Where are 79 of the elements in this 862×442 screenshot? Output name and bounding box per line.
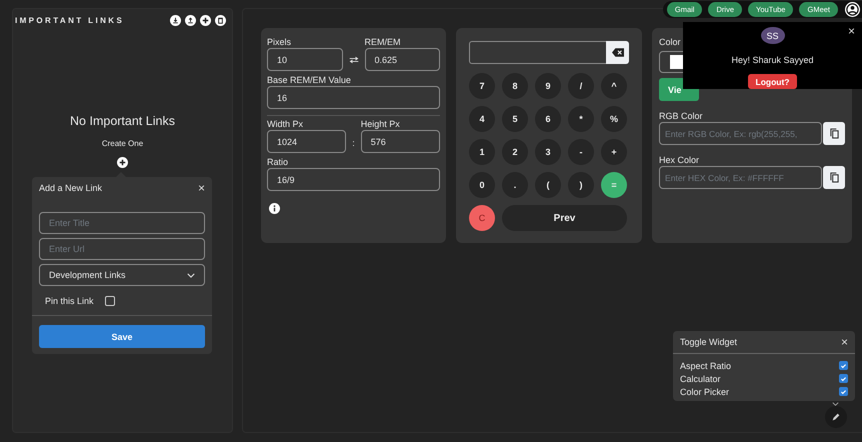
field-label: RGB Color <box>659 110 704 122</box>
rgb-field[interactable]: Enter RGB Color, Ex: rgb(255,255, <box>659 122 822 145</box>
copy-button[interactable] <box>823 166 845 189</box>
calculator-display[interactable] <box>469 41 606 64</box>
calculator-key[interactable]: 8 <box>502 73 528 99</box>
field-label: Hex Color <box>659 154 700 166</box>
ratio-field[interactable]: 16/9 <box>267 168 440 191</box>
empty-hint: Create One <box>102 139 144 148</box>
swap-icon[interactable] <box>348 56 358 64</box>
calculator-key[interactable]: ) <box>568 172 594 198</box>
download-icon[interactable] <box>170 15 181 26</box>
widget-label: Color Picker <box>680 386 730 396</box>
add-icon[interactable] <box>117 157 128 168</box>
calculator-key[interactable]: / <box>568 73 594 99</box>
backspace-icon <box>612 48 624 57</box>
field-label: Base REM/EM Value <box>267 74 352 86</box>
field-label: Ratio <box>267 156 290 168</box>
calculator-key[interactable]: % <box>601 106 627 132</box>
calculator-key[interactable]: . <box>502 172 528 198</box>
backspace-button[interactable] <box>606 41 629 64</box>
calculator-key[interactable]: * <box>568 106 594 132</box>
pencil-icon <box>831 412 841 422</box>
trash-icon[interactable] <box>215 15 226 26</box>
logout-button[interactable]: Logout? <box>748 74 798 89</box>
calculator-key[interactable]: 3 <box>535 139 561 165</box>
upload-icon[interactable] <box>185 15 196 26</box>
empty-title: No Important Links <box>70 114 175 128</box>
calculator-key[interactable]: ^ <box>601 73 627 99</box>
avatar: SS <box>760 27 784 44</box>
calculator-key[interactable]: 1 <box>469 139 495 165</box>
calculator-key[interactable]: 5 <box>502 106 528 132</box>
save-button[interactable]: Save <box>39 325 205 348</box>
calculator-key[interactable]: 2 <box>502 139 528 165</box>
category-select[interactable]: Development Links <box>39 264 205 286</box>
close-button[interactable]: × <box>840 336 848 348</box>
height-field[interactable]: 576 <box>360 130 440 153</box>
field-label: Height Px <box>360 118 401 130</box>
ratio-separator: : <box>352 138 355 148</box>
close-button[interactable]: × <box>198 182 205 194</box>
prev-button[interactable]: Prev <box>502 205 627 231</box>
field-label: REM/EM <box>364 36 402 48</box>
user-icon[interactable] <box>845 2 860 17</box>
base-field[interactable]: 16 <box>267 86 440 109</box>
pin-label: Pin this Link <box>45 296 94 306</box>
calculator-key[interactable]: 6 <box>535 106 561 132</box>
copy-button[interactable] <box>823 122 845 145</box>
close-button[interactable]: × <box>848 25 855 37</box>
calculator-key[interactable]: 9 <box>535 73 561 99</box>
edit-button[interactable] <box>825 406 847 428</box>
url-field[interactable]: Enter Url <box>39 238 205 260</box>
copy-icon <box>830 128 838 139</box>
width-field[interactable]: 1024 <box>267 130 346 153</box>
copy-icon <box>830 172 838 183</box>
chevron-icon <box>187 272 195 278</box>
widget-checkbox[interactable] <box>839 387 848 396</box>
calculator-key[interactable]: 4 <box>469 106 495 132</box>
calculator-key[interactable]: - <box>568 139 594 165</box>
title-field[interactable]: Enter Title <box>39 212 205 234</box>
rem-field[interactable]: 0.625 <box>364 48 440 71</box>
calculator-key[interactable]: 0 <box>469 172 495 198</box>
field-label: Pixels <box>267 36 292 48</box>
widget-label: Calculator <box>680 374 721 384</box>
calculator-key[interactable]: ( <box>535 172 561 198</box>
panel-title: Toggle Widget <box>680 337 738 347</box>
widget-checkbox[interactable] <box>839 374 848 383</box>
info-icon[interactable] <box>269 203 280 214</box>
widget-checkbox[interactable] <box>839 361 848 370</box>
field-label: Width Px <box>267 118 304 130</box>
panel-title: IMPORTANT LINKS <box>15 16 124 25</box>
pixels-field[interactable]: 10 <box>267 48 342 71</box>
widget-label: Aspect Ratio <box>680 360 732 370</box>
hex-field[interactable]: Enter HEX Color, Ex: #FFFFFF <box>659 166 822 189</box>
popover-title: Add a New Link <box>39 183 102 193</box>
chevron-icon[interactable] <box>832 402 839 406</box>
calculator-key[interactable]: + <box>601 139 627 165</box>
pin-checkbox[interactable] <box>104 296 115 306</box>
calculator-key[interactable]: 7 <box>469 73 495 99</box>
add-icon[interactable] <box>200 15 211 26</box>
greeting: Hey! Sharuk Sayyed <box>731 55 814 66</box>
